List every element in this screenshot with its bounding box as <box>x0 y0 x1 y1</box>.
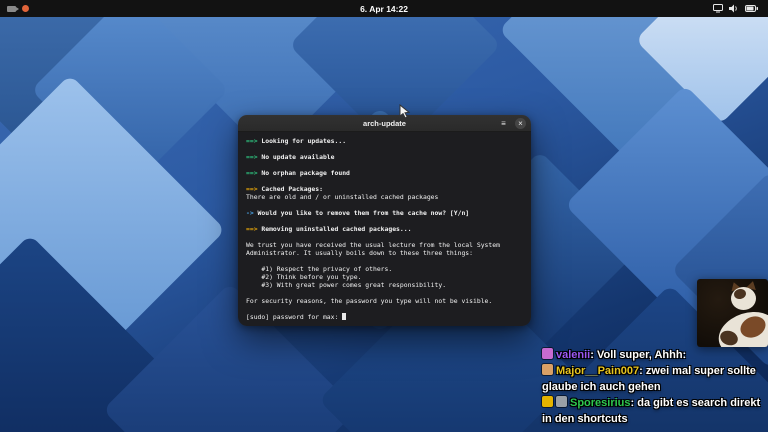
terminal-line <box>246 177 523 185</box>
terminal-line <box>246 217 523 225</box>
terminal-line <box>246 289 523 297</box>
terminal-line: For security reasons, the password you t… <box>246 297 523 305</box>
chat-message: valenii: Voll super, Ahhh: <box>542 347 768 363</box>
chat-username[interactable]: Sporesirius <box>570 397 631 409</box>
chat-text: Voll super, Ahhh: <box>597 349 686 361</box>
camera-indicator-icon <box>7 6 16 12</box>
terminal-line <box>246 161 523 169</box>
terminal-cursor <box>342 313 346 320</box>
terminal-line: ==> Looking for updates... <box>246 137 523 145</box>
status-indicators <box>7 0 29 17</box>
terminal-line: We trust you have received the usual lec… <box>246 241 523 249</box>
terminal-line: There are old and / or uninstalled cache… <box>246 193 523 201</box>
terminal-line: [sudo] password for max: <box>246 313 523 321</box>
mouse-cursor <box>399 104 411 119</box>
terminal-line: #3) With great power comes great respons… <box>246 281 523 289</box>
desktop: 6. Apr 14:22 arch-update ≡ × ==> Looking… <box>0 0 768 432</box>
subscriber-badge <box>542 348 553 359</box>
quick-settings-button[interactable] <box>709 0 762 17</box>
terminal-line: #1) Respect the privacy of others. <box>246 265 523 273</box>
terminal-line <box>246 145 523 153</box>
subscriber-badge <box>556 396 567 407</box>
terminal-window: arch-update ≡ × ==> Looking for updates.… <box>238 115 531 326</box>
top-bar: 6. Apr 14:22 <box>0 0 768 17</box>
terminal-output[interactable]: ==> Looking for updates... ==> No update… <box>238 132 531 326</box>
screencast-icon <box>713 4 723 13</box>
battery-icon <box>745 5 758 12</box>
terminal-line: ==> No orphan package found <box>246 169 523 177</box>
chat-colon: : <box>639 365 646 377</box>
volume-icon <box>729 4 739 13</box>
terminal-line: Administrator. It usually boils down to … <box>246 249 523 257</box>
terminal-line: ==> Cached Packages: <box>246 185 523 193</box>
webcam-overlay <box>697 279 768 347</box>
menu-button[interactable]: ≡ <box>498 118 509 129</box>
chat-overlay: valenii: Voll super, Ahhh:Major__Pain007… <box>542 347 768 427</box>
close-button[interactable]: × <box>515 118 526 129</box>
terminal-headerbar[interactable]: arch-update ≡ × <box>238 115 531 132</box>
chat-message: Major__Pain007: zwei mal super sollte gl… <box>542 363 768 395</box>
moderator-badge <box>542 396 553 407</box>
chat-username[interactable]: Major__Pain007 <box>556 365 639 377</box>
chat-username[interactable]: valenii <box>556 349 590 361</box>
terminal-line: ==> Removing uninstalled cached packages… <box>246 225 523 233</box>
screen-record-indicator-icon <box>22 5 29 12</box>
terminal-line <box>246 257 523 265</box>
terminal-line <box>246 305 523 313</box>
subscriber-badge <box>542 364 553 375</box>
terminal-line: -> Would you like to remove them from th… <box>246 209 523 217</box>
terminal-title: arch-update <box>238 119 531 128</box>
terminal-line <box>246 233 523 241</box>
terminal-line: ==> No update available <box>246 153 523 161</box>
chat-message: Sporesirius: da gibt es search direkt in… <box>542 395 768 427</box>
chat-colon: : <box>590 349 597 361</box>
terminal-line: #2) Think before you type. <box>246 273 523 281</box>
clock-button[interactable]: 6. Apr 14:22 <box>352 0 416 17</box>
terminal-line <box>246 201 523 209</box>
